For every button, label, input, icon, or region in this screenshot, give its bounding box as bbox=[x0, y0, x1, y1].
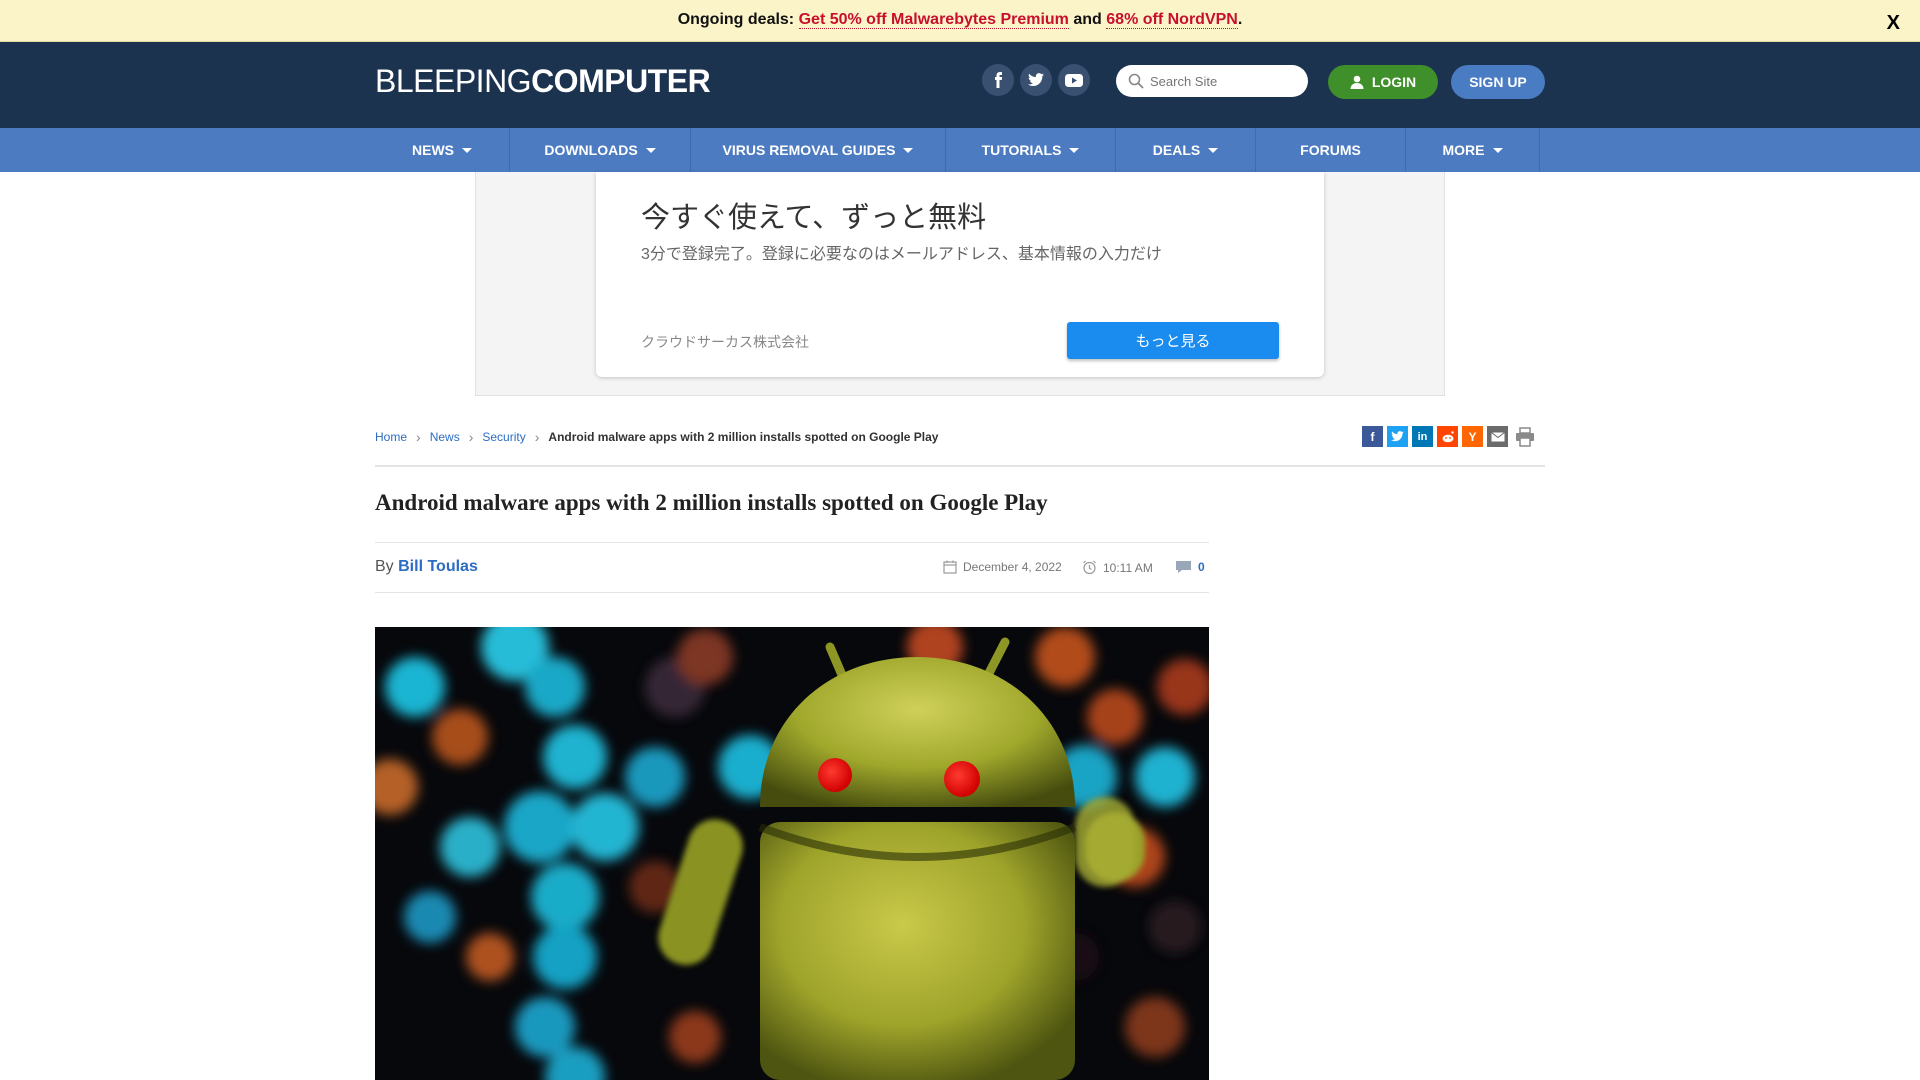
share-bar: f in Y bbox=[1362, 426, 1538, 447]
article-title: Android malware apps with 2 million inst… bbox=[375, 490, 1048, 515]
search-box[interactable] bbox=[1116, 65, 1308, 97]
breadcrumb: Home › News › Security › Android malware… bbox=[375, 429, 938, 445]
time-text: 10:11 AM bbox=[1103, 560, 1153, 575]
site-header: BLEEPINGCOMPUTER LOGIN SIGN UP bbox=[0, 42, 1920, 128]
caret-down-icon bbox=[462, 147, 472, 153]
android-malware-image bbox=[375, 627, 1209, 1080]
nav-item-more[interactable]: MORE bbox=[1406, 128, 1540, 172]
clock-icon bbox=[1083, 560, 1096, 575]
deal-link-nordvpn[interactable]: 68% off NordVPN bbox=[1106, 11, 1238, 29]
hackernews-share-icon[interactable]: Y bbox=[1462, 426, 1483, 447]
ad-card[interactable]: 今すぐ使えて、ずっと無料 3分で登録完了。登録に必要なのはメールアドレス、基本情… bbox=[596, 172, 1324, 377]
ad-container: 今すぐ使えて、ずっと無料 3分で登録完了。登録に必要なのはメールアドレス、基本情… bbox=[475, 172, 1445, 396]
nav-item-label: NEWS bbox=[412, 142, 454, 158]
deals-joiner: and bbox=[1073, 11, 1102, 28]
nav-item-virus-removal-guides[interactable]: VIRUS REMOVAL GUIDES bbox=[691, 128, 946, 172]
main-nav: NEWS DOWNLOADS VIRUS REMOVAL GUIDES TUTO… bbox=[0, 128, 1920, 172]
chevron-right-icon: › bbox=[534, 429, 540, 445]
logo-bold: COMPUTER bbox=[531, 63, 711, 99]
email-share-icon[interactable] bbox=[1487, 426, 1508, 447]
nav-item-label: MORE bbox=[1442, 142, 1485, 158]
byline-prefix: By bbox=[375, 558, 394, 575]
search-input[interactable] bbox=[1150, 71, 1298, 91]
ad-title: 今すぐ使えて、ずっと無料 bbox=[641, 202, 987, 234]
caret-down-icon bbox=[903, 147, 914, 153]
calendar-icon bbox=[943, 560, 957, 574]
divider bbox=[375, 542, 1209, 543]
breadcrumb-news[interactable]: News bbox=[430, 430, 460, 444]
login-button[interactable]: LOGIN bbox=[1328, 65, 1438, 99]
nav-item-label: FORUMS bbox=[1300, 142, 1361, 158]
reddit-share-icon[interactable] bbox=[1437, 426, 1458, 447]
breadcrumb-security[interactable]: Security bbox=[482, 430, 525, 444]
deals-text: Ongoing deals: Get 50% off Malwarebytes … bbox=[0, 11, 1920, 29]
caret-down-icon bbox=[1208, 147, 1219, 153]
chevron-right-icon: › bbox=[468, 429, 474, 445]
twitter-share-icon[interactable] bbox=[1387, 426, 1408, 447]
caret-down-icon bbox=[1069, 147, 1080, 153]
article-time: 10:11 AM bbox=[1082, 560, 1153, 575]
facebook-share-icon[interactable]: f bbox=[1362, 426, 1383, 447]
print-icon[interactable] bbox=[1512, 426, 1538, 447]
divider bbox=[375, 465, 1545, 467]
comments-link[interactable]: 0 bbox=[1175, 560, 1205, 574]
close-deals-button[interactable]: X bbox=[1887, 12, 1900, 35]
comment-icon bbox=[1176, 561, 1191, 573]
ad-subtitle: 3分で登録完了。登録に必要なのはメールアドレス、基本情報の入力だけ bbox=[641, 246, 1162, 263]
deals-prefix: Ongoing deals: bbox=[677, 11, 795, 28]
nav-item-news[interactable]: NEWS bbox=[375, 128, 510, 172]
caret-down-icon bbox=[645, 147, 656, 153]
twitter-icon[interactable] bbox=[1020, 64, 1052, 96]
login-label: LOGIN bbox=[1371, 74, 1417, 90]
nav-item-tutorials[interactable]: TUTORIALS bbox=[946, 128, 1116, 172]
article-hero-image bbox=[375, 627, 1209, 1080]
nav-item-deals[interactable]: DEALS bbox=[1116, 128, 1256, 172]
caret-down-icon bbox=[1492, 147, 1503, 153]
nav-item-label: TUTORIALS bbox=[981, 142, 1062, 158]
facebook-icon[interactable] bbox=[982, 64, 1014, 96]
article-date: December 4, 2022 bbox=[943, 560, 1062, 574]
nav-item-forums[interactable]: FORUMS bbox=[1256, 128, 1406, 172]
signup-button[interactable]: SIGN UP bbox=[1451, 65, 1545, 99]
breadcrumb-current: Android malware apps with 2 million inst… bbox=[548, 430, 939, 444]
logo-thin: BLEEPING bbox=[375, 63, 532, 99]
divider bbox=[375, 592, 1209, 593]
breadcrumb-home[interactable]: Home bbox=[375, 430, 407, 444]
site-logo[interactable]: BLEEPINGCOMPUTER bbox=[375, 63, 711, 100]
deals-banner: Ongoing deals: Get 50% off Malwarebytes … bbox=[0, 0, 1920, 42]
linkedin-share-icon[interactable]: in bbox=[1412, 426, 1433, 447]
nav-item-label: VIRUS REMOVAL GUIDES bbox=[722, 142, 896, 158]
youtube-icon[interactable] bbox=[1058, 64, 1090, 96]
deal-link-malwarebytes[interactable]: Get 50% off Malwarebytes Premium bbox=[798, 11, 1069, 29]
date-text: December 4, 2022 bbox=[963, 560, 1062, 574]
ad-company: クラウドサーカス株式会社 bbox=[641, 334, 809, 350]
chevron-right-icon: › bbox=[416, 429, 421, 445]
search-icon bbox=[1128, 73, 1144, 89]
nav-item-label: DOWNLOADS bbox=[544, 142, 638, 158]
ad-more-button[interactable]: もっと見る bbox=[1067, 322, 1279, 359]
nav-item-downloads[interactable]: DOWNLOADS bbox=[510, 128, 691, 172]
deals-suffix: . bbox=[1237, 11, 1243, 28]
comment-count: 0 bbox=[1198, 560, 1205, 574]
nav-item-label: DEALS bbox=[1152, 142, 1201, 158]
author-link[interactable]: Bill Toulas bbox=[398, 558, 478, 575]
user-icon bbox=[1350, 75, 1364, 89]
byline: By Bill Toulas bbox=[375, 558, 478, 576]
